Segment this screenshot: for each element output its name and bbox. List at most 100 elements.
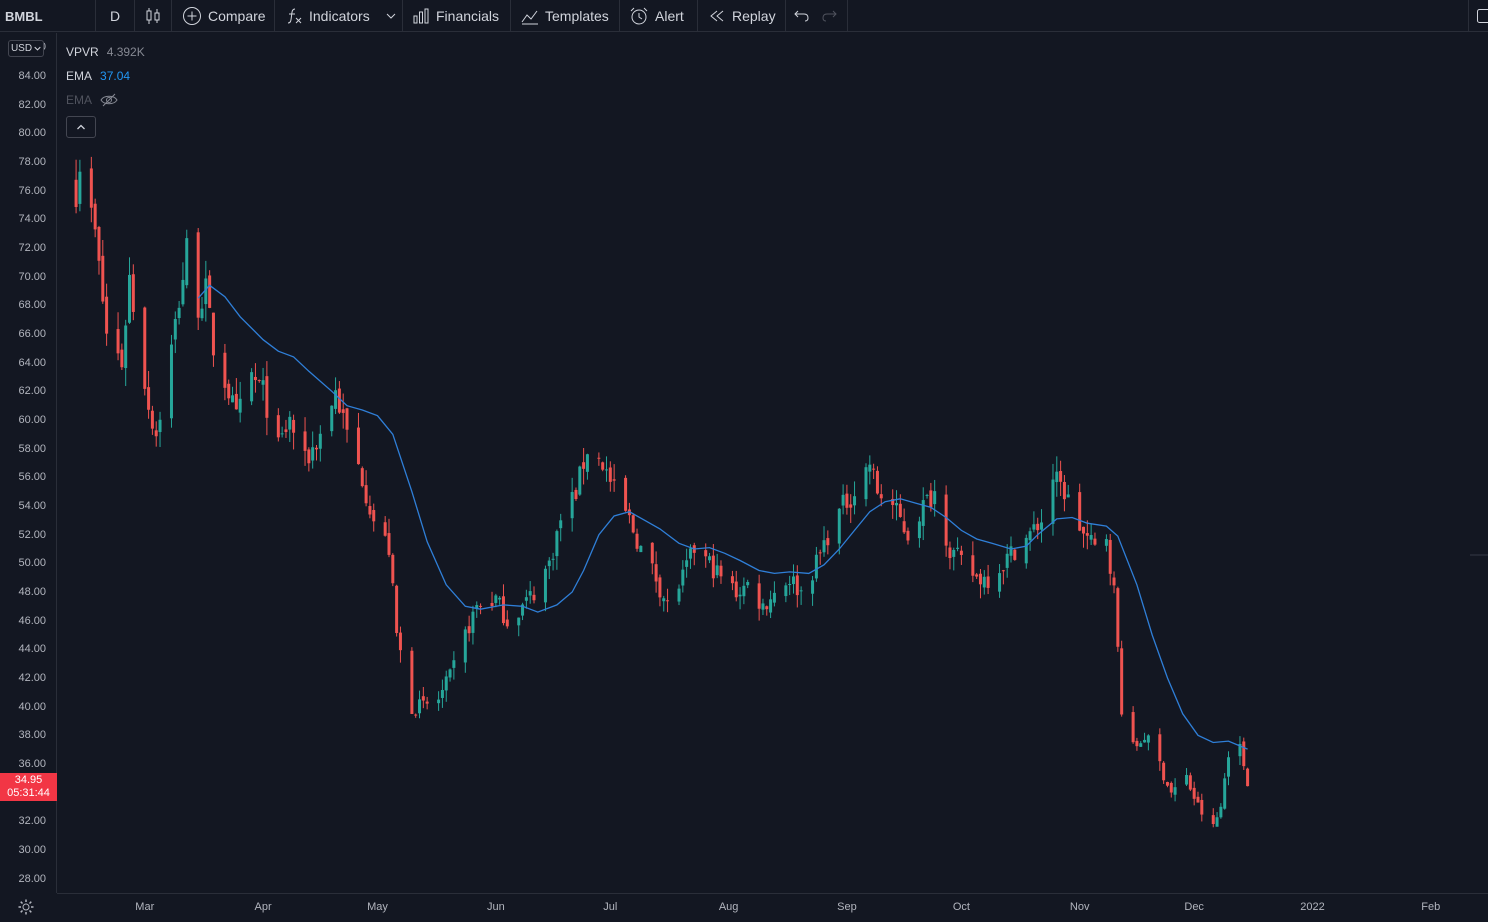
candle-body [414, 714, 418, 716]
candle-body [708, 556, 712, 561]
candle-body [253, 376, 257, 381]
candle-body [364, 485, 368, 504]
candle-body [116, 329, 120, 354]
indicators-dropdown[interactable] [386, 0, 402, 32]
candle-body [578, 466, 582, 495]
candle-body [559, 520, 563, 529]
currency-selector[interactable]: USD [8, 40, 44, 57]
candle-body [826, 538, 830, 546]
price-chart[interactable] [57, 33, 1488, 893]
candle-body [150, 410, 154, 429]
candle-body [505, 619, 509, 627]
interval-button[interactable]: D [110, 0, 120, 32]
candle-body [998, 573, 1002, 592]
indicators-button[interactable]: Indicators [285, 0, 370, 32]
alert-button[interactable]: Alert [629, 0, 684, 32]
candle-body [666, 600, 670, 602]
candle-body [387, 533, 391, 555]
candle-body [181, 279, 185, 305]
financials-button[interactable]: Financials [412, 0, 499, 32]
candle-body [814, 554, 818, 579]
settings-gear-icon[interactable] [18, 899, 34, 915]
legend-vpvr[interactable]: VPVR 4.392K [66, 40, 145, 64]
candle-body [1185, 774, 1189, 785]
chart-type-button[interactable] [144, 0, 168, 32]
toolbar-divider [274, 0, 275, 32]
candle-body [765, 606, 769, 610]
toolbar-divider [95, 0, 96, 32]
compare-label: Compare [208, 8, 266, 24]
price-axis[interactable]: 86.0084.0082.0080.0078.0076.0074.0072.00… [0, 33, 57, 893]
candle-body [1227, 757, 1231, 777]
x-tick-label: Jul [603, 901, 618, 913]
y-tick-label: 76.00 [18, 184, 46, 197]
candle-body [1040, 522, 1044, 530]
y-tick-label: 68.00 [18, 299, 46, 312]
candle-body [307, 449, 311, 464]
x-tick-label: Apr [254, 901, 272, 913]
legend-collapse-button[interactable] [66, 116, 96, 138]
candle-body [314, 447, 318, 450]
undo-button[interactable] [793, 0, 817, 32]
candle-body [177, 307, 181, 319]
redo-icon [822, 10, 837, 22]
candle-body [1036, 523, 1040, 531]
toolbar-divider [134, 0, 135, 32]
ema-value: 37.04 [100, 69, 131, 83]
candle-body [1062, 481, 1066, 500]
candle-body [795, 575, 799, 596]
candle-body [612, 479, 616, 481]
candle-body [853, 496, 857, 506]
candle-body [284, 429, 288, 432]
candle-body [391, 554, 395, 584]
last-price-value: 34.95 [14, 774, 43, 786]
candle-body [528, 591, 532, 596]
candle-body [818, 552, 822, 554]
candle-body [879, 494, 883, 499]
symbol-label: BMBL [5, 8, 43, 24]
eye-off-icon[interactable] [100, 93, 118, 107]
candle-body [685, 560, 689, 567]
symbol-search[interactable]: BMBL [5, 0, 43, 32]
y-tick-label: 30.00 [18, 844, 46, 856]
replay-button[interactable]: Replay [708, 0, 776, 32]
x-tick-label: Aug [718, 901, 739, 913]
candle-body [555, 531, 559, 557]
candle-body [1192, 787, 1196, 799]
toolbar-divider [847, 0, 848, 32]
candle-body [1169, 782, 1173, 793]
x-tick-label: Jun [486, 901, 505, 913]
redo-button[interactable] [820, 0, 844, 32]
x-tick-label: May [367, 901, 388, 913]
y-tick-label: 72.00 [18, 242, 46, 254]
y-tick-label: 80.00 [18, 127, 46, 140]
x-tick-label: Sep [837, 901, 857, 913]
x-tick-label: Mar [135, 901, 155, 913]
toolbar-divider [171, 0, 172, 32]
candle-body [1143, 739, 1147, 743]
candle-body [1173, 787, 1177, 795]
candle-body [101, 255, 105, 302]
toolbar-divider [1468, 0, 1469, 32]
candle-body [467, 626, 471, 634]
candle-body [650, 542, 654, 564]
candle-body [1112, 577, 1116, 586]
y-tick-label: 52.00 [18, 528, 46, 541]
candle-body [704, 550, 708, 557]
candle-body [479, 605, 483, 607]
templates-button[interactable]: Templates [521, 0, 609, 32]
compare-button[interactable]: Compare [182, 0, 266, 32]
legend-ema-hidden[interactable]: EMA [66, 88, 145, 112]
candle-body [868, 464, 872, 472]
layout-button[interactable] [1476, 0, 1488, 32]
candle-body [543, 568, 547, 603]
y-tick-label: 36.00 [18, 758, 46, 770]
legend-ema[interactable]: EMA 37.04 [66, 64, 145, 88]
candle-body [444, 676, 448, 691]
candle-body [784, 585, 788, 597]
candle-body [341, 409, 345, 413]
time-axis[interactable]: Mar Apr May Jun Jul Aug Sep Oct Nov Dec 2022 Feb [57, 893, 1488, 922]
toolbar-divider [619, 0, 620, 32]
candle-body [292, 419, 296, 433]
candle-body [356, 427, 360, 465]
